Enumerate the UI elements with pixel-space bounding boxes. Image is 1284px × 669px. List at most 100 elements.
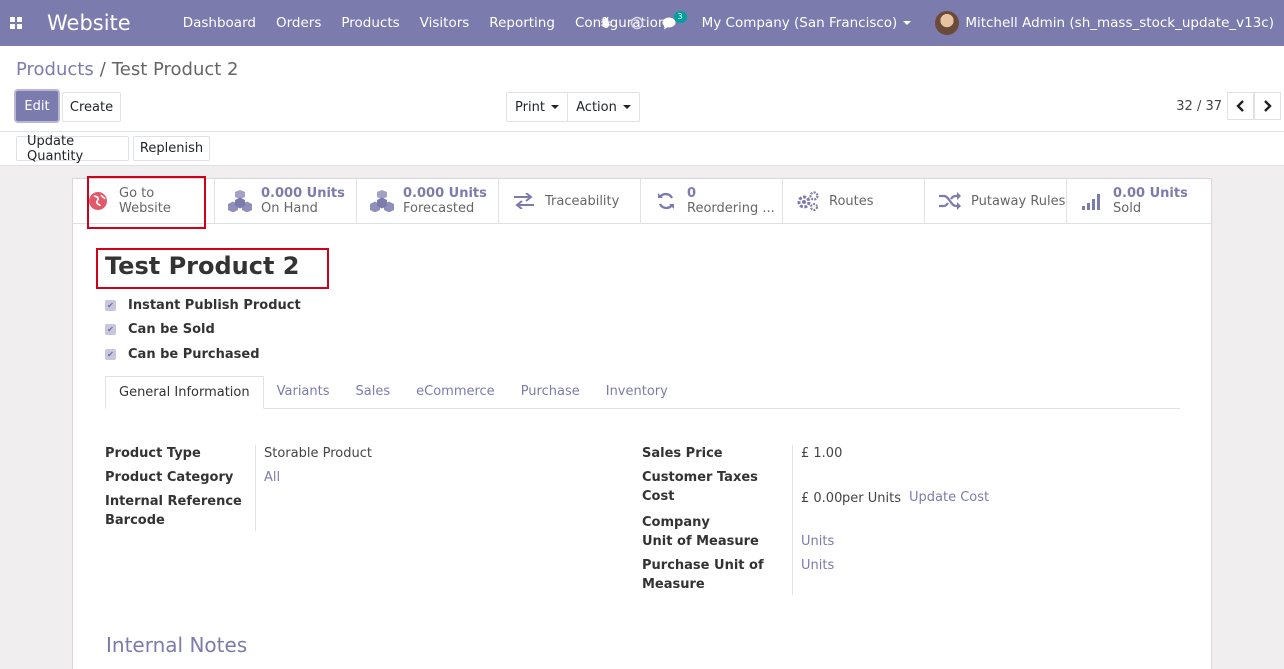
routes-button[interactable]: Routes [783, 179, 925, 223]
breadcrumb-current: Test Product 2 [111, 59, 239, 80]
instant-publish-label: Instant Publish Product [128, 297, 301, 313]
product-type-label: Product Type [105, 446, 201, 461]
can-be-sold-label: Can be Sold [128, 322, 215, 338]
app-title: Website [47, 11, 131, 35]
purchase-uom-label-1: Purchase Unit of [642, 558, 764, 573]
menu-dashboard[interactable]: Dashboard [173, 0, 266, 46]
menu-products[interactable]: Products [331, 0, 409, 46]
putaway-rules-label: Putaway Rules [971, 193, 1066, 209]
can-be-purchased-row: ✔ Can be Purchased [105, 342, 301, 367]
smart-button-box: Go to Website 0.000 Units On Hand 0.000 Un… [73, 179, 1211, 224]
cost-label: Cost [642, 489, 675, 504]
tab-general-information[interactable]: General Information [105, 376, 264, 409]
instant-publish-row: ✔ Instant Publish Product [105, 293, 301, 318]
tab-variants[interactable]: Variants [264, 376, 343, 408]
on-hand-value: 0.000 Units [261, 186, 345, 201]
reordering-label: Reordering ... [687, 201, 775, 216]
tab-ecommerce[interactable]: eCommerce [403, 376, 508, 408]
systray: 3 My Company (San Francisco) Mitchell Ad… [591, 0, 1284, 46]
can-be-sold-row: ✔ Can be Sold [105, 318, 301, 343]
barcode-label: Barcode [105, 513, 165, 528]
reordering-button[interactable]: 0 Reordering ... [641, 179, 783, 223]
product-flags: ✔ Instant Publish Product ✔ Can be Sold ✔ C… [105, 293, 301, 367]
on-hand-button[interactable]: 0.000 Units On Hand [215, 179, 357, 223]
signal-icon [1079, 192, 1105, 210]
update-quantity-button[interactable]: Update Quantity [16, 134, 129, 164]
can-be-purchased-checkbox[interactable]: ✔ [105, 348, 116, 360]
highlight-product-name [96, 248, 329, 289]
print-label: Print [515, 99, 545, 115]
on-hand-label: On Hand [261, 201, 318, 216]
action-label: Action [576, 99, 617, 115]
sold-label: Sold [1113, 201, 1142, 216]
user-name: Mitchell Admin (sh_mass_stock_update_v13… [965, 15, 1274, 31]
pager-previous-button[interactable] [1227, 92, 1254, 120]
cost-unit: per Units [842, 491, 901, 506]
sales-price-value[interactable]: £ 1.00 [801, 444, 842, 463]
traceability-button[interactable]: Traceability [499, 179, 641, 223]
edit-button[interactable]: Edit [16, 91, 58, 121]
pager-next-button[interactable] [1254, 92, 1281, 120]
breadcrumb-products[interactable]: Products [16, 59, 94, 80]
top-navbar: Website Dashboard Orders Products Visito… [0, 0, 1284, 46]
random-icon [937, 192, 963, 210]
unit-of-measure-label: Unit of Measure [642, 534, 759, 549]
chevron-left-icon [1236, 100, 1244, 112]
print-button[interactable]: Print [506, 92, 568, 122]
create-button[interactable]: Create [62, 92, 121, 122]
cost-value: £ 0.00 [801, 491, 843, 506]
clock-icon[interactable] [630, 16, 644, 30]
company-name: My Company (San Francisco) [701, 15, 898, 31]
forecasted-label: Forecasted [403, 201, 475, 216]
unit-of-measure-value[interactable]: Units [801, 532, 834, 551]
chat-badge: 3 [673, 10, 687, 23]
tab-inventory[interactable]: Inventory [593, 376, 681, 408]
instant-publish-checkbox[interactable]: ✔ [105, 299, 116, 311]
menu-orders[interactable]: Orders [266, 0, 331, 46]
sales-price-label: Sales Price [642, 446, 723, 461]
notebook-tabs: General Information Variants Sales eComm… [105, 376, 1180, 409]
cogs-icon [795, 191, 821, 211]
internal-reference-label: Internal Reference [105, 494, 242, 509]
chevron-down-icon [622, 105, 631, 109]
breadcrumb-separator: / [99, 59, 106, 80]
chevron-down-icon [550, 105, 559, 109]
purchase-uom-label-2: Measure [642, 577, 705, 592]
company-label: Company [642, 515, 710, 530]
sold-button[interactable]: 0.00 Units Sold [1067, 179, 1209, 223]
menu-reporting[interactable]: Reporting [479, 0, 565, 46]
product-category-label: Product Category [105, 470, 234, 485]
reordering-value: 0 [687, 186, 697, 201]
replenish-button[interactable]: Replenish [133, 136, 210, 161]
action-button[interactable]: Action [567, 92, 640, 122]
customer-taxes-label: Customer Taxes [642, 470, 758, 485]
menu-visitors[interactable]: Visitors [410, 0, 480, 46]
putaway-rules-button[interactable]: Putaway Rules [925, 179, 1067, 223]
highlight-go-to-website [87, 176, 206, 229]
breadcrumb: Products / Test Product 2 [16, 59, 239, 80]
cubes-icon [369, 190, 395, 212]
can-be-sold-checkbox[interactable]: ✔ [105, 324, 116, 336]
statusbar: Update Quantity Replenish [0, 132, 1284, 166]
user-menu[interactable]: Mitchell Admin (sh_mass_stock_update_v13… [935, 11, 1274, 35]
chat-icon[interactable]: 3 [662, 10, 687, 30]
tab-purchase[interactable]: Purchase [508, 376, 593, 408]
avatar [935, 11, 960, 35]
control-panel: Products / Test Product 2 Edit Create Prin… [0, 46, 1284, 132]
cubes-icon [227, 190, 253, 212]
product-category-value[interactable]: All [264, 468, 280, 487]
apps-menu-icon[interactable] [0, 0, 32, 46]
field-divider [255, 445, 256, 531]
routes-label: Routes [829, 193, 874, 209]
tab-sales[interactable]: Sales [343, 376, 404, 408]
traceability-label: Traceability [545, 193, 620, 209]
bug-icon[interactable] [600, 17, 612, 29]
update-cost-link[interactable]: Update Cost [909, 488, 989, 507]
pager-value[interactable]: 32 / 37 [1176, 99, 1222, 114]
forecasted-button[interactable]: 0.000 Units Forecasted [357, 179, 499, 223]
can-be-purchased-label: Can be Purchased [128, 346, 260, 362]
company-switcher[interactable]: My Company (San Francisco) [702, 15, 912, 31]
product-type-value[interactable]: Storable Product [264, 444, 372, 463]
field-divider [792, 445, 793, 595]
purchase-uom-value[interactable]: Units [801, 556, 834, 575]
